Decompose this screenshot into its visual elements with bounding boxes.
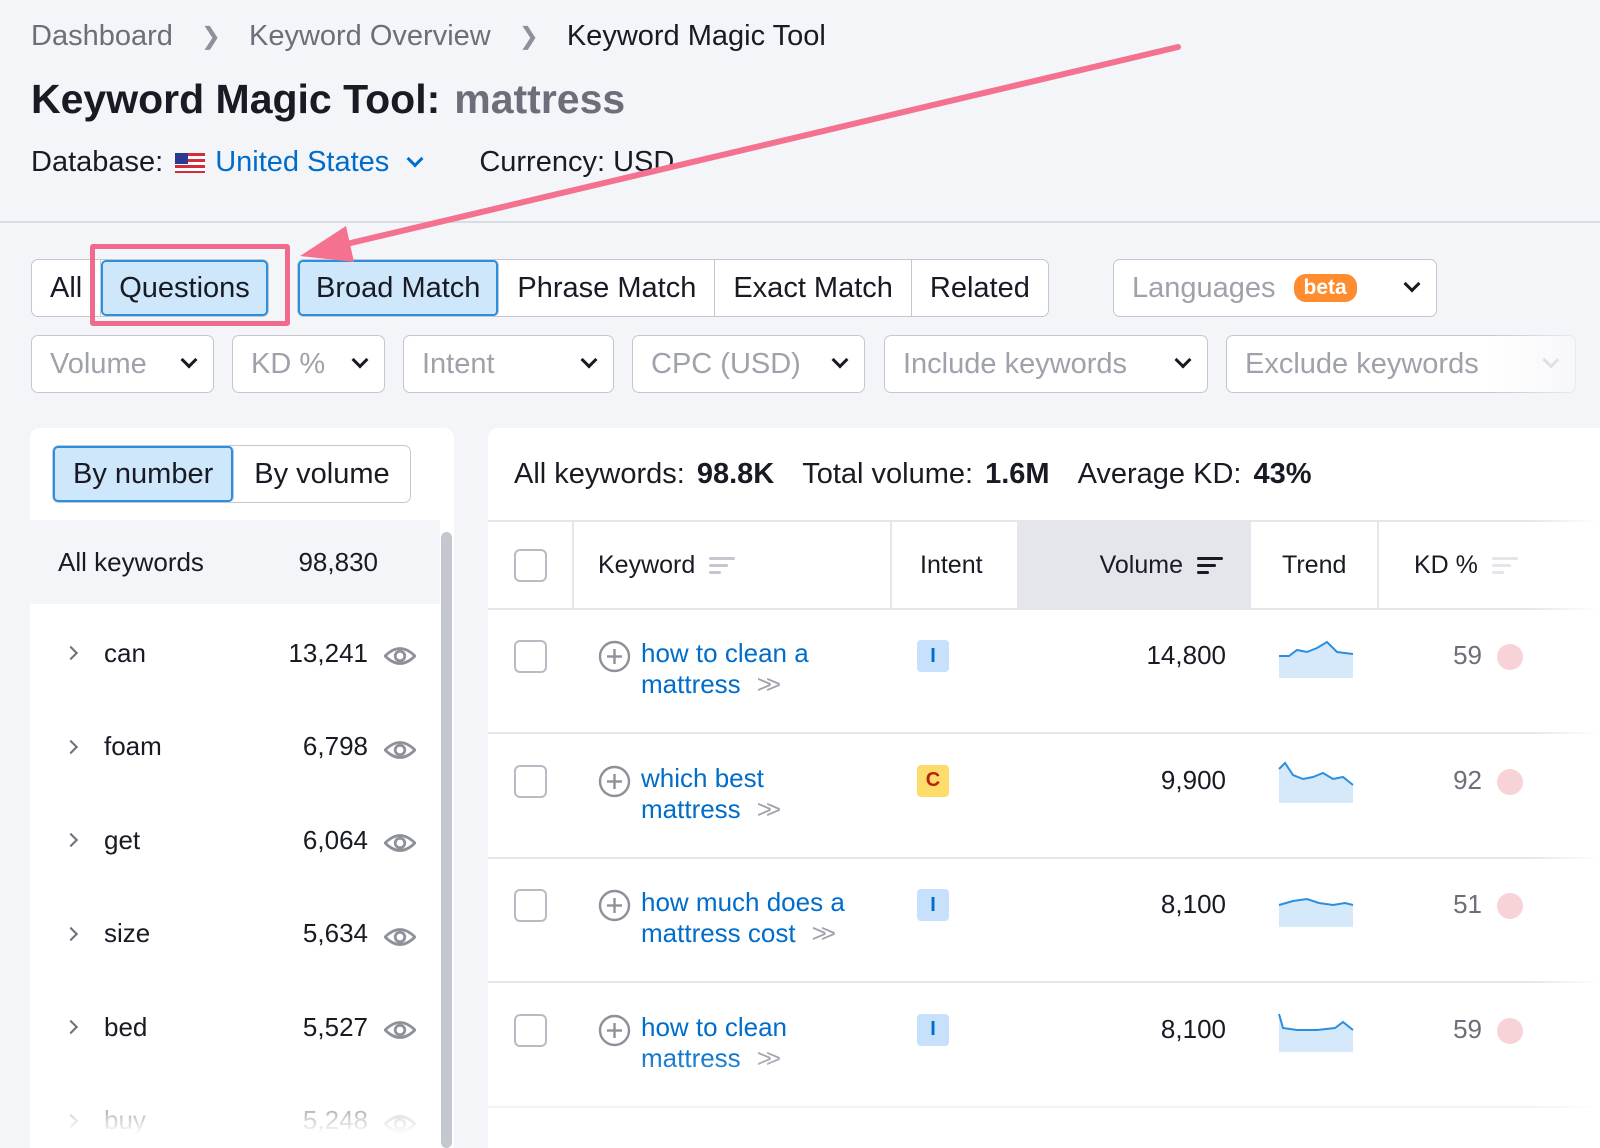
annotation-arrow (300, 44, 1181, 262)
